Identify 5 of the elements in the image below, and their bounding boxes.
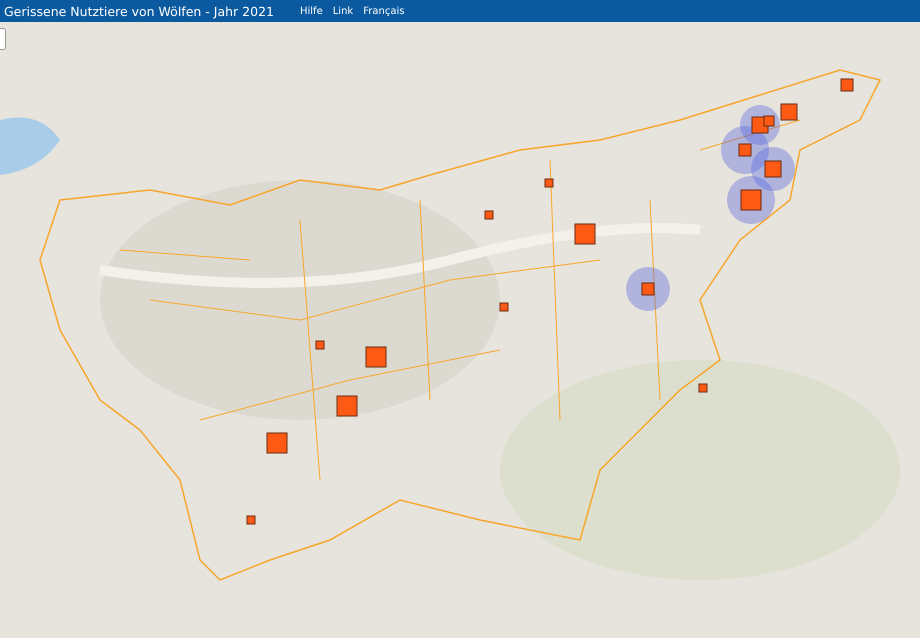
- map-drawing[interactable]: [0, 22, 920, 638]
- app-title: Gerissene Nutztiere von Wölfen - Jahr 2021: [4, 4, 274, 18]
- header-link[interactable]: Français: [363, 6, 404, 16]
- header-link[interactable]: Hilfe: [300, 6, 323, 16]
- header-link[interactable]: Link: [332, 6, 354, 16]
